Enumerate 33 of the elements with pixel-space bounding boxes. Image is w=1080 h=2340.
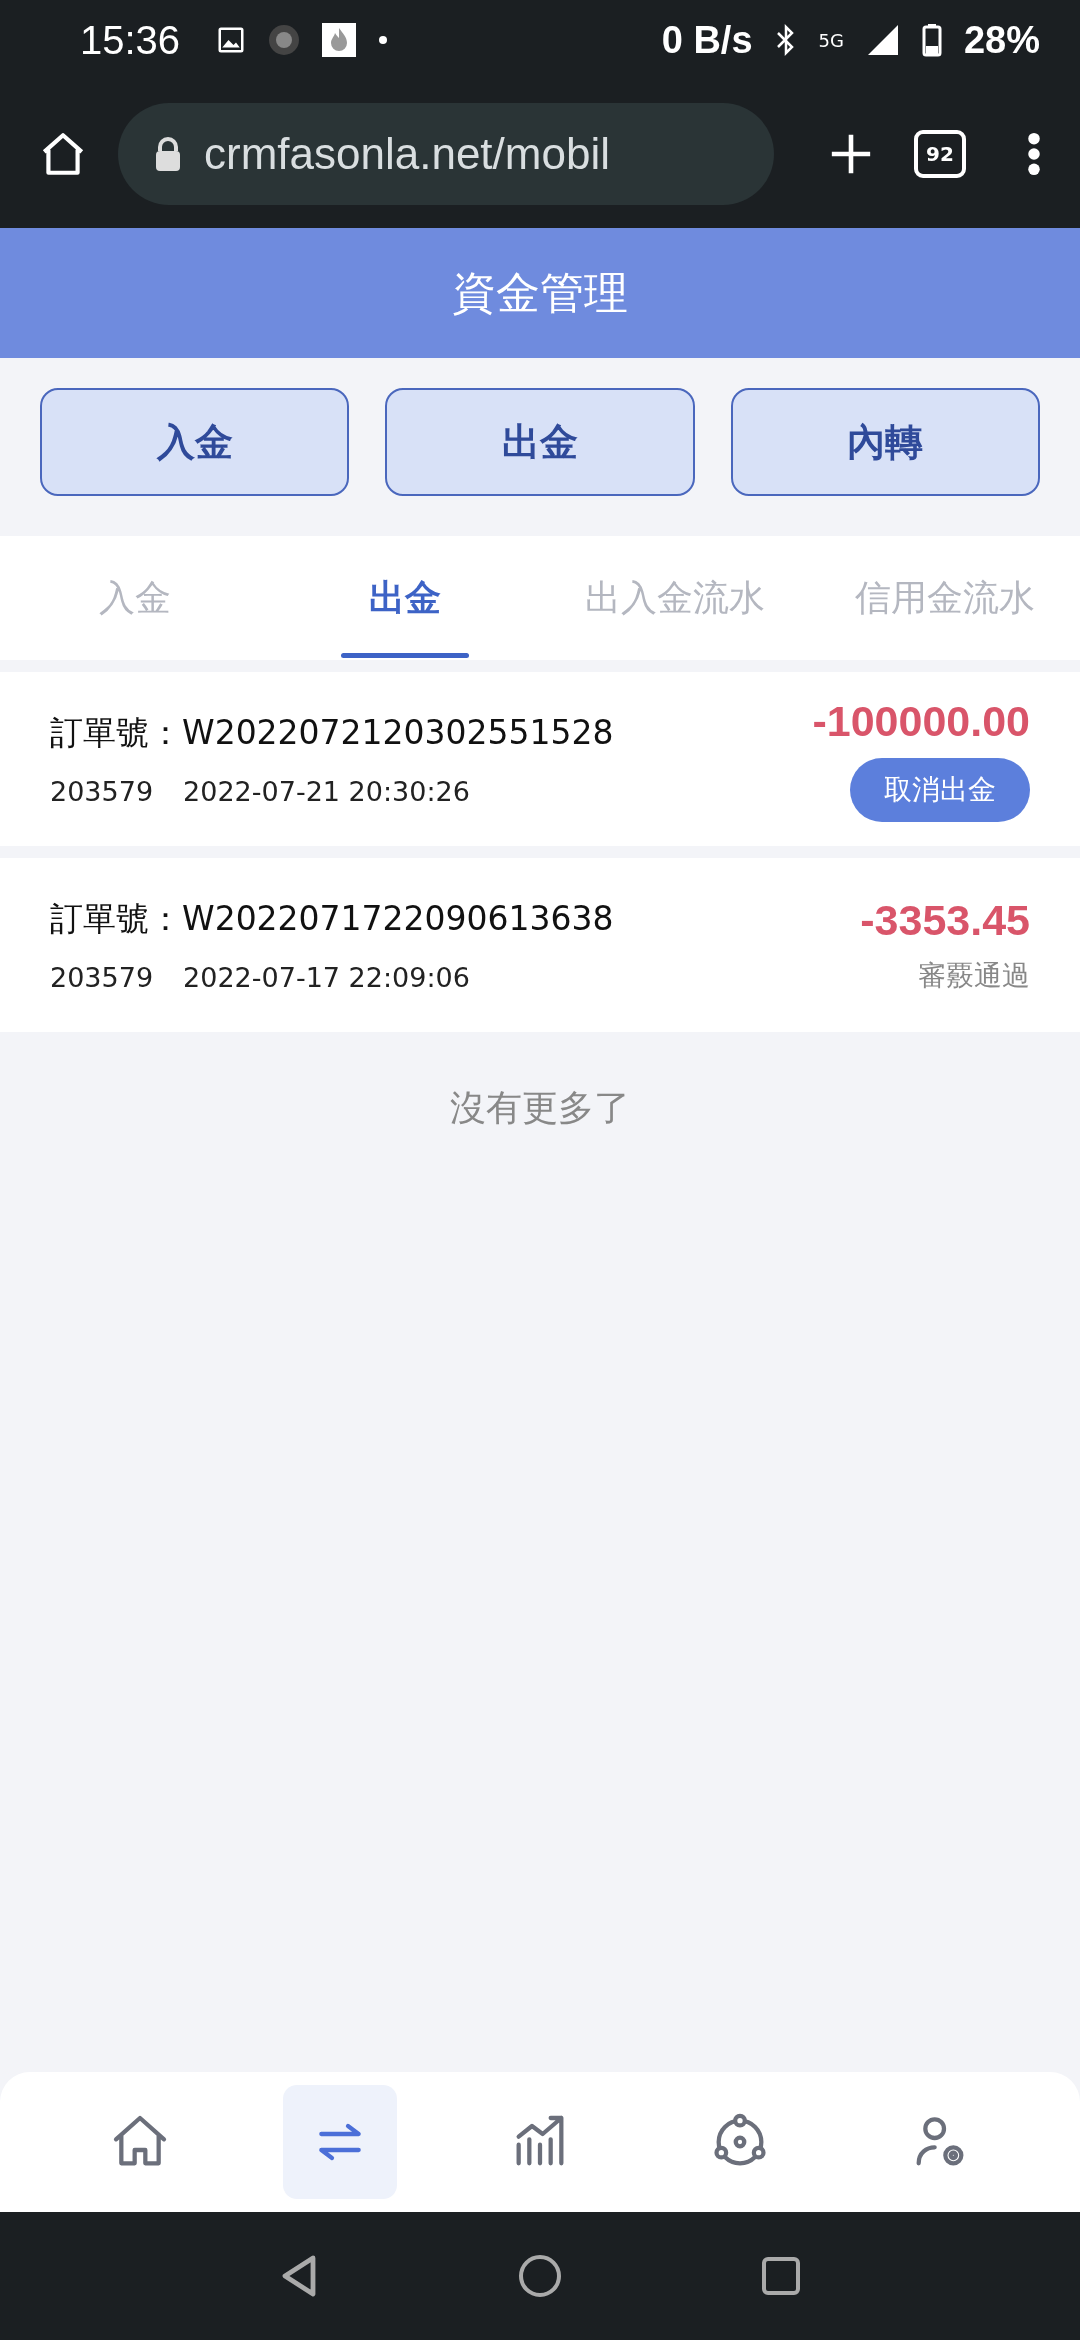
dot-icon <box>378 35 389 45</box>
amount: -3353.45 <box>860 895 1030 945</box>
nav-item[interactable] <box>283 2085 397 2199</box>
flame-icon <box>322 23 357 57</box>
account-number: 203579 <box>50 776 154 807</box>
battery-percent: 28% <box>963 18 1040 62</box>
order-status: 審覈通過 <box>918 957 1030 994</box>
tab-count-button[interactable]: 92 <box>914 130 966 178</box>
tab[interactable]: 出金 <box>270 536 540 660</box>
url-text: crmfasonla.net/mobil <box>204 129 610 179</box>
action-button[interactable]: 內轉 <box>730 388 1040 496</box>
amount: -100000.00 <box>812 696 1030 746</box>
action-button[interactable]: 出金 <box>385 388 695 496</box>
page-title: 資金管理 <box>452 265 628 320</box>
image-icon <box>216 25 247 55</box>
home-circle-icon[interactable] <box>518 2254 562 2298</box>
order-number: 訂單號：W2022072120302551528 <box>50 712 614 754</box>
order-number: 訂單號：W2022071722090613638 <box>50 898 614 940</box>
order-time: 2022-07-21 20:30:26 <box>183 776 470 807</box>
cancel-button[interactable]: 取消出金 <box>850 757 1030 822</box>
net-speed: 0 B/s <box>661 18 753 62</box>
account-number: 203579 <box>50 962 154 993</box>
network-type: 5G <box>818 29 844 51</box>
app-icon <box>268 24 301 56</box>
action-button[interactable]: 入金 <box>40 388 350 496</box>
list-end-text: 沒有更多了 <box>450 1086 630 1130</box>
recents-icon[interactable] <box>760 2256 801 2296</box>
more-icon[interactable] <box>1026 131 1042 177</box>
order-time: 2022-07-17 22:09:06 <box>183 962 470 993</box>
lock-icon <box>154 137 182 171</box>
battery-icon <box>921 23 942 57</box>
status-time: 15:36 <box>80 17 181 63</box>
address-bar[interactable]: crmfasonla.net/mobil <box>118 103 774 205</box>
